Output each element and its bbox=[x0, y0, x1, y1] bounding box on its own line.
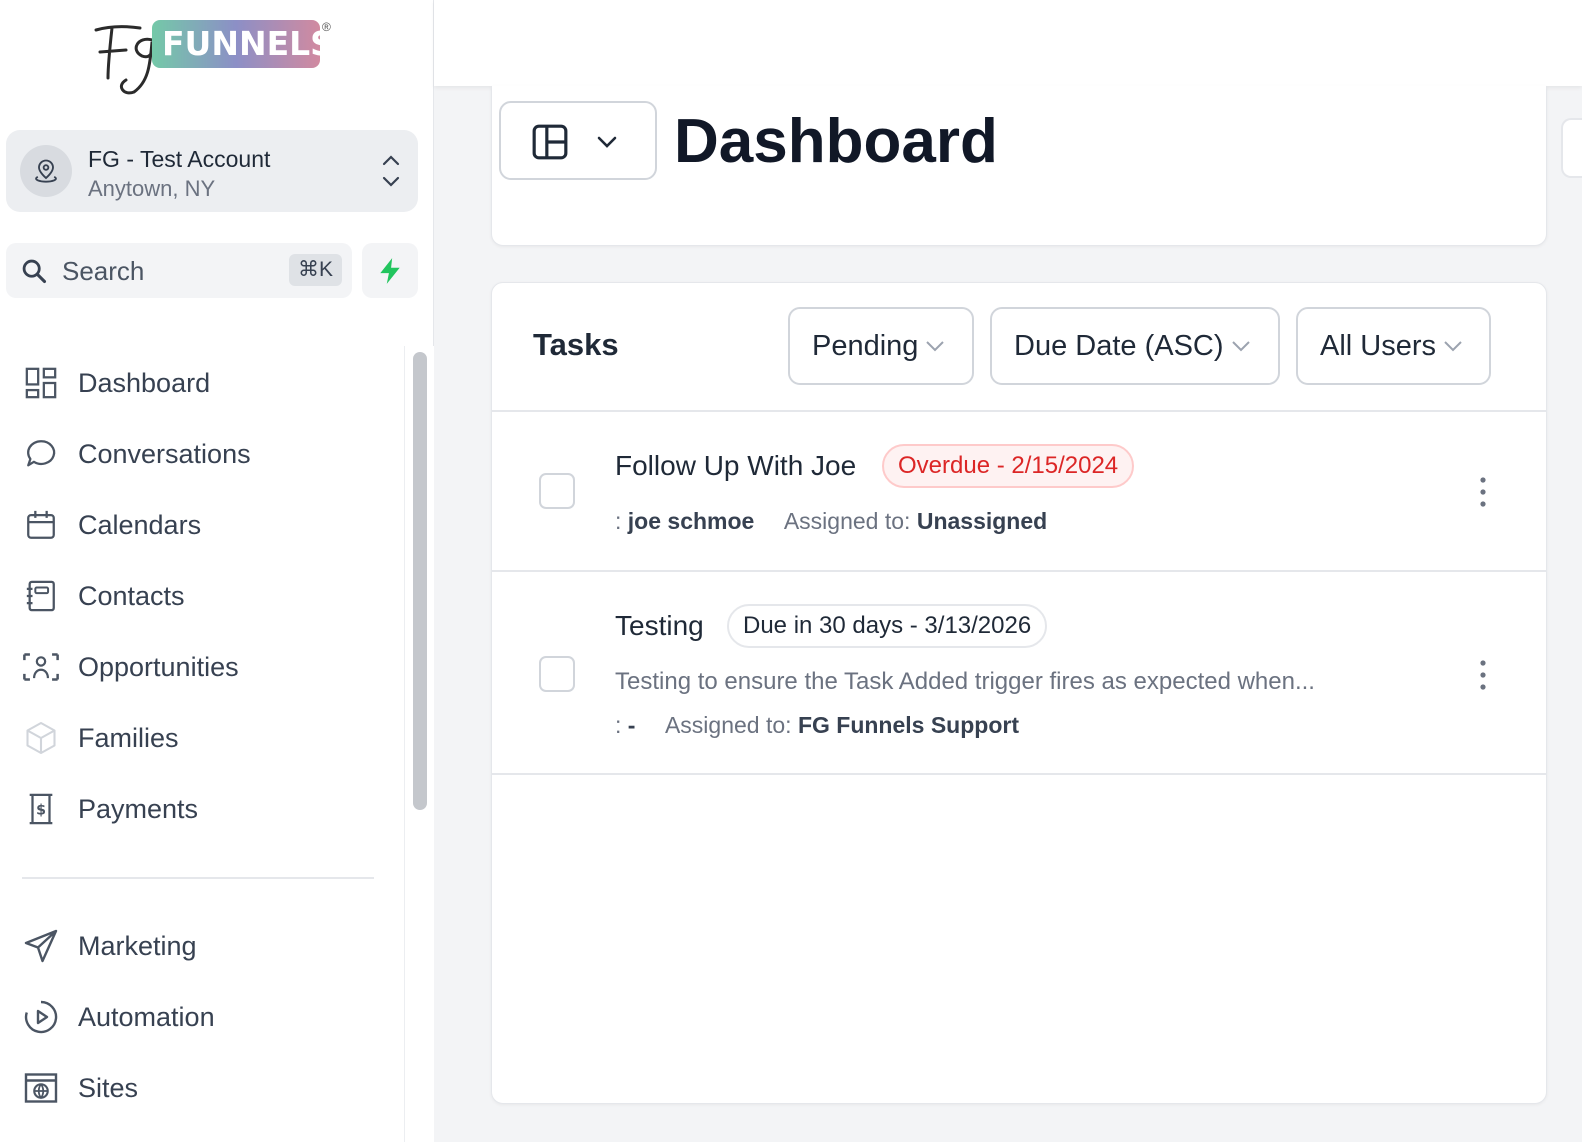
sidebar-item-label: Opportunities bbox=[78, 651, 239, 682]
due-date-badge: Due in 30 days - 3/13/2026 bbox=[727, 604, 1048, 648]
play-circle-icon bbox=[22, 998, 60, 1036]
sidebar-item-dashboard[interactable]: Dashboard bbox=[22, 353, 392, 413]
sidebar-item-opportunities[interactable]: Opportunities bbox=[22, 637, 392, 697]
account-switcher[interactable]: FG - Test Account Anytown, NY bbox=[6, 130, 418, 212]
paper-plane-icon bbox=[22, 927, 60, 965]
search-shortcut-badge: ⌘K bbox=[288, 254, 342, 286]
task-title[interactable]: Follow Up With Joe bbox=[615, 450, 856, 482]
chat-bubble-icon bbox=[22, 435, 60, 473]
dashboard-icon bbox=[22, 364, 60, 402]
task-row[interactable]: Testing Due in 30 days - 3/13/2026 Testi… bbox=[492, 572, 1546, 775]
tasks-title: Tasks bbox=[533, 327, 619, 362]
task-complete-checkbox[interactable] bbox=[539, 656, 575, 692]
layout-switcher-button[interactable] bbox=[499, 101, 657, 180]
top-bar bbox=[434, 0, 1582, 86]
search-button[interactable]: Search ⌘K bbox=[6, 243, 352, 298]
chevron-down-icon bbox=[1231, 341, 1250, 352]
layout-icon bbox=[532, 124, 568, 160]
contact-prefix: : bbox=[615, 508, 622, 534]
sidebar-scrollbar-thumb[interactable] bbox=[413, 352, 427, 810]
sidebar-item-label: Payments bbox=[78, 793, 199, 824]
globe-window-icon bbox=[22, 1069, 60, 1107]
more-options-icon[interactable] bbox=[1474, 475, 1492, 509]
cube-icon bbox=[22, 719, 60, 757]
lightning-bolt-icon bbox=[380, 257, 400, 284]
sort-filter-dropdown[interactable]: Due Date (ASC) bbox=[990, 307, 1280, 385]
sidebar-item-label: Dashboard bbox=[78, 367, 211, 398]
task-contact-link: - bbox=[627, 712, 636, 738]
location-avatar bbox=[20, 145, 72, 197]
task-complete-checkbox[interactable] bbox=[539, 473, 575, 509]
overdue-badge: Overdue - 2/15/2024 bbox=[882, 444, 1135, 488]
status-filter-dropdown[interactable]: Pending bbox=[788, 307, 974, 385]
sidebar-item-families[interactable]: Families bbox=[22, 708, 392, 768]
opportunities-icon bbox=[22, 648, 60, 686]
filter-label: Due Date (ASC) bbox=[1014, 329, 1224, 362]
task-title[interactable]: Testing bbox=[615, 610, 704, 642]
sidebar-item-marketing[interactable]: Marketing bbox=[22, 916, 392, 976]
account-name: FG - Test Account bbox=[88, 146, 271, 172]
search-icon bbox=[22, 259, 47, 284]
chevron-up-down-icon bbox=[382, 155, 400, 187]
task-assignee: FG Funnels Support bbox=[797, 712, 1019, 738]
contact-book-icon bbox=[22, 577, 60, 615]
header-side-button[interactable] bbox=[1561, 118, 1582, 178]
sidebar-item-label: Marketing bbox=[78, 930, 197, 961]
fg-funnels-logo[interactable]: FUNNELS ® bbox=[90, 16, 340, 98]
map-pin-icon bbox=[35, 159, 57, 183]
search-label: Search bbox=[62, 256, 145, 286]
sidebar-item-payments[interactable]: $ Payments bbox=[22, 779, 392, 839]
task-meta: : joe schmoe Assigned to: Unassigned bbox=[615, 508, 1047, 535]
quick-actions-button[interactable] bbox=[362, 243, 418, 298]
sidebar-item-label: Automation bbox=[78, 1001, 215, 1032]
sidebar-item-label: Conversations bbox=[78, 438, 251, 469]
chevron-down-icon bbox=[926, 341, 945, 352]
task-meta: : - Assigned to: FG Funnels Support bbox=[615, 712, 1019, 739]
svg-text:$: $ bbox=[36, 803, 46, 819]
task-description: Testing to ensure the Task Added trigger… bbox=[615, 668, 1315, 695]
sidebar-item-calendars[interactable]: Calendars bbox=[22, 495, 392, 555]
account-location: Anytown, NY bbox=[88, 176, 216, 201]
registered-mark: ® bbox=[322, 20, 331, 34]
sidebar-item-label: Sites bbox=[78, 1072, 139, 1103]
task-row[interactable]: Follow Up With Joe Overdue - 2/15/2024 :… bbox=[492, 412, 1546, 572]
sidebar-item-conversations[interactable]: Conversations bbox=[22, 424, 392, 484]
chevron-down-icon bbox=[1444, 341, 1462, 352]
page-title: Dashboard bbox=[674, 107, 998, 176]
sidebar-item-contacts[interactable]: Contacts bbox=[22, 566, 392, 626]
assigned-label: Assigned to: bbox=[783, 508, 911, 534]
payments-icon: $ bbox=[22, 790, 60, 828]
tasks-widget: Tasks Pending Due Date (ASC) All Users F… bbox=[491, 282, 1547, 1104]
chevron-down-icon bbox=[597, 136, 617, 148]
sidebar-item-automation[interactable]: Automation bbox=[22, 987, 392, 1047]
contact-prefix: : bbox=[615, 712, 622, 738]
sidebar-item-label: Contacts bbox=[78, 580, 185, 611]
more-options-icon[interactable] bbox=[1474, 658, 1492, 692]
sidebar-item-label: Calendars bbox=[78, 509, 202, 540]
sidebar: FUNNELS ® FG - Test Account Anytown, NY … bbox=[0, 0, 434, 1142]
filter-label: All Users bbox=[1320, 329, 1437, 362]
sidebar-item-label: Families bbox=[78, 722, 179, 753]
user-filter-dropdown[interactable]: All Users bbox=[1296, 307, 1491, 385]
sidebar-divider bbox=[22, 877, 374, 879]
logo-wordmark: FUNNELS bbox=[162, 24, 334, 63]
assigned-label: Assigned to: bbox=[664, 712, 792, 738]
task-contact-link[interactable]: joe schmoe bbox=[628, 508, 755, 534]
dashboard-header: Dashboard bbox=[491, 86, 1547, 246]
sidebar-item-sites[interactable]: Sites bbox=[22, 1058, 392, 1118]
filter-label: Pending bbox=[812, 329, 919, 362]
calendar-icon bbox=[22, 506, 60, 544]
task-assignee: Unassigned bbox=[916, 508, 1048, 534]
